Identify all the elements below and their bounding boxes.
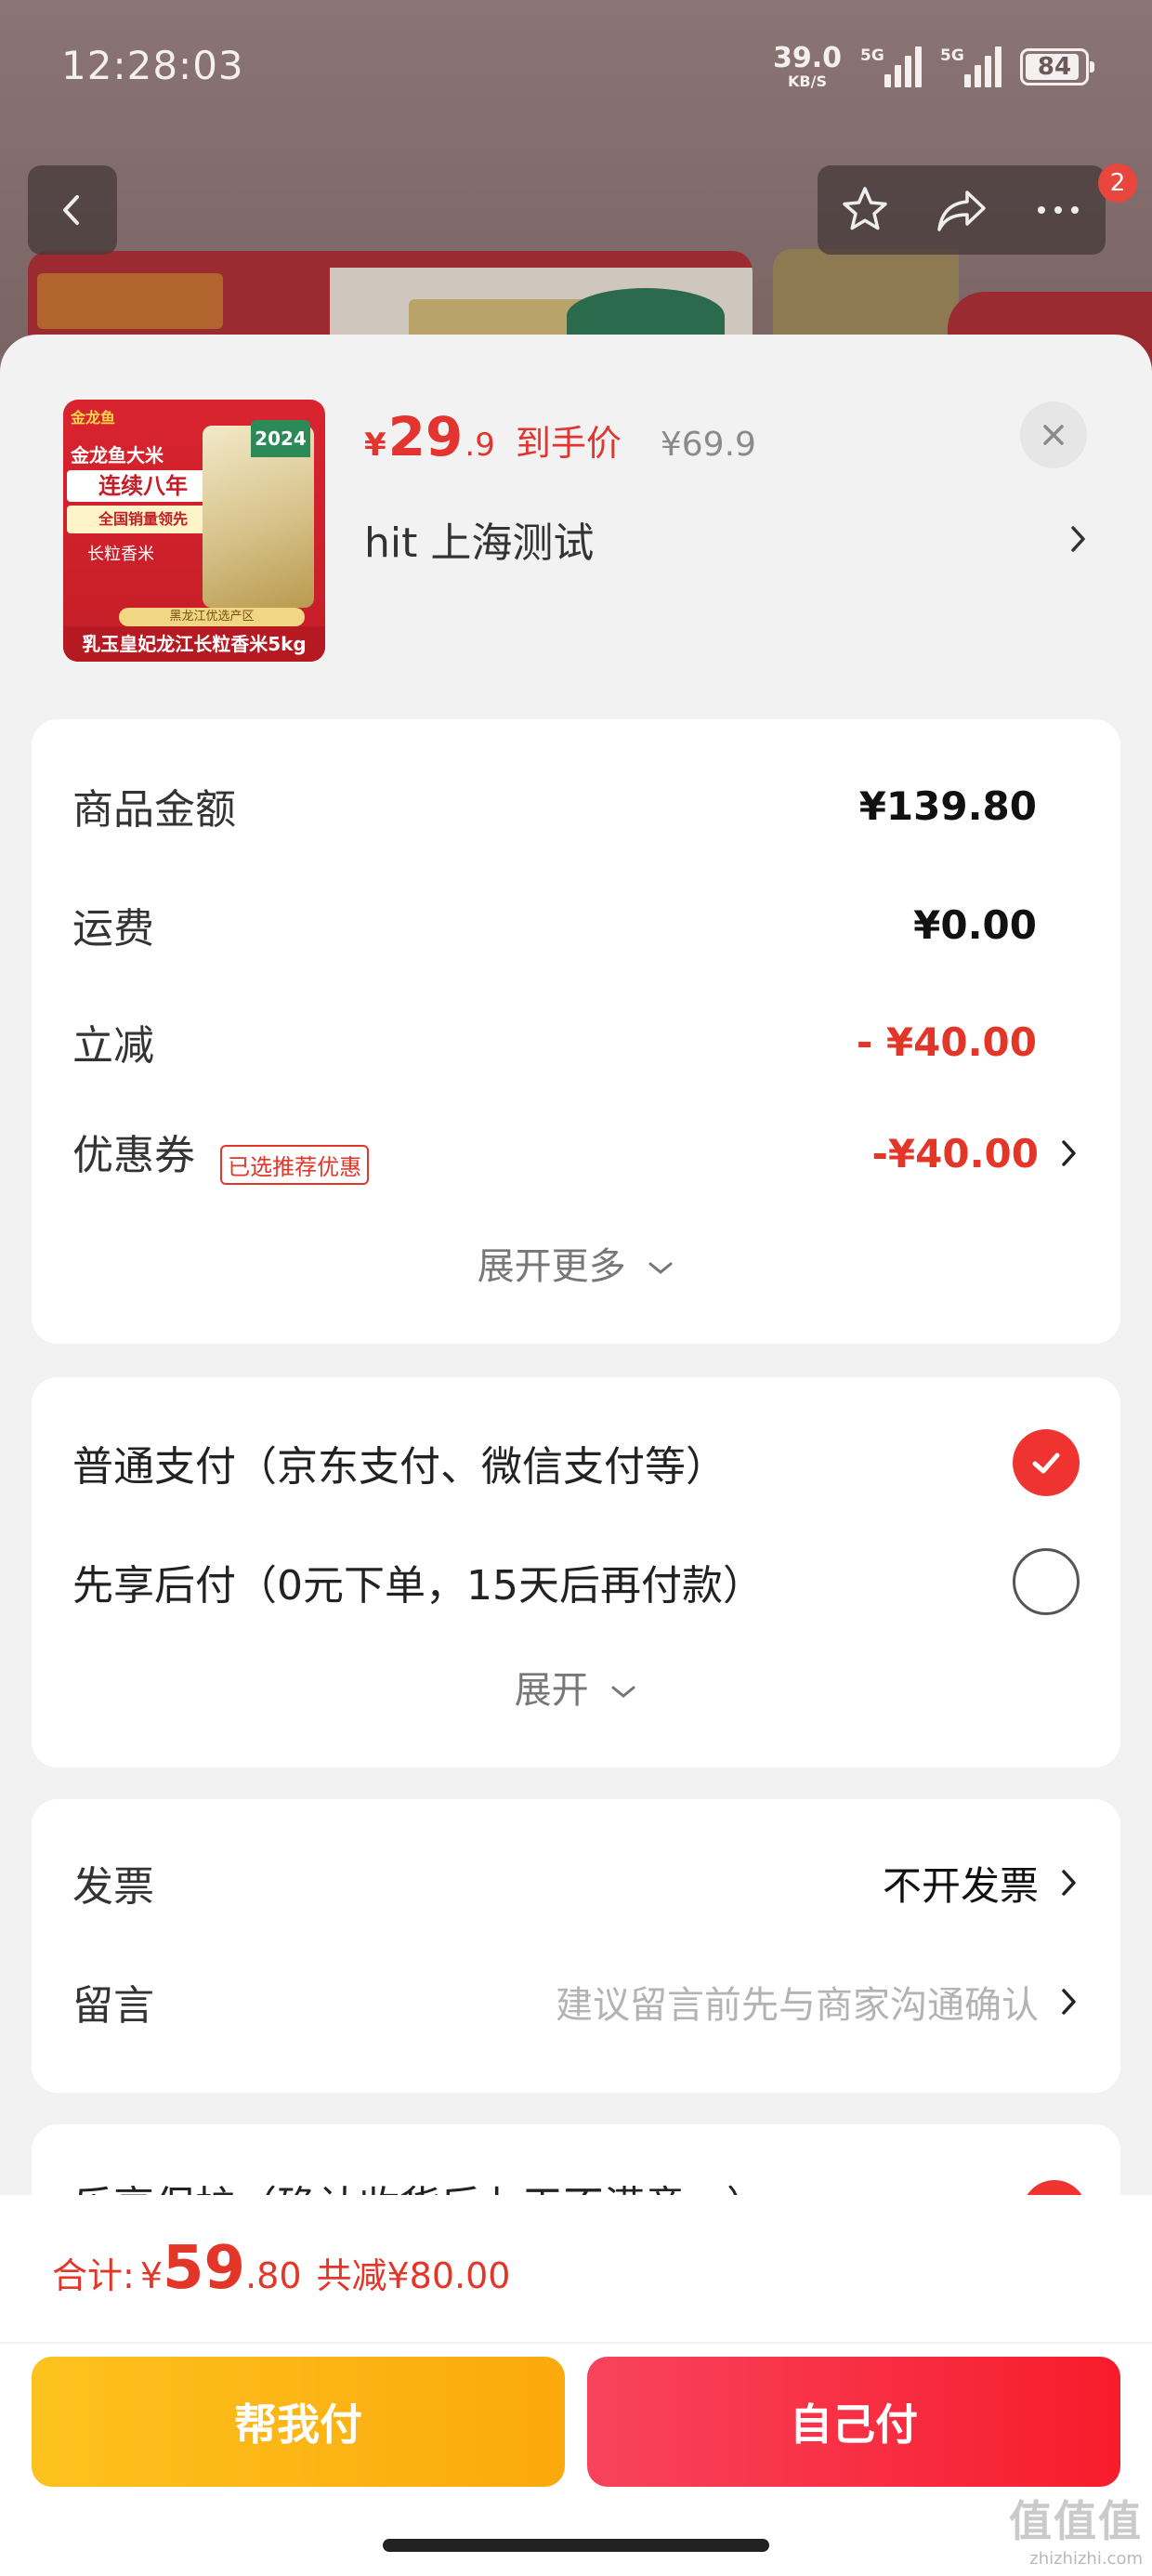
thumb-caption: 乳玉皇妃龙江长粒香米5kg [63,626,325,662]
home-indicator[interactable] [383,2539,769,2552]
product-thumbnail: 金龙鱼 金龙鱼大米 连续八年 全国销量领先 长粒香米 2024 黑龙江优选产区 … [63,400,325,662]
payment-method-card: 普通支付（京东支付、微信支付等） 先享后付（0元下单，15天后再付款） 展开 [32,1377,1120,1768]
back-button[interactable] [28,165,117,255]
chevron-right-icon [1062,1140,1076,1166]
brand-logo [37,273,223,329]
signal-1-tag: 5G [860,46,884,65]
signal-2-tag: 5G [940,46,964,65]
thumb-text-2: 连续八年 [67,470,219,502]
help-me-pay-button[interactable]: 帮我付 [32,2357,565,2487]
goods-amount-row: 商品金额 ¥139.80 [72,773,1080,838]
chevron-right-icon [1062,1870,1076,1896]
status-time: 12:28:03 [61,43,244,88]
signal-1-icon: 5G [860,46,922,87]
thumb-text-4: 长粒香米 [87,545,154,564]
site-watermark: 值值值 zhizhizhi.com [1009,2488,1143,2569]
total-label: 合计: [52,2255,135,2296]
thumb-origin-label: 黑龙江优选产区 [119,608,305,626]
price-currency: ¥ [364,427,386,464]
payment-option-paylater-label: 先享后付（0元下单，15天后再付款） [72,1562,764,1610]
coupon-value: -¥40.00 [871,1130,1039,1176]
invoice-label: 发票 [72,1863,154,1911]
original-price: ¥69.9 [660,426,756,464]
network-speed-value: 39.0 [772,42,842,74]
more-dots-icon[interactable] [1031,183,1085,237]
goods-amount-label: 商品金额 [72,786,236,834]
payment-option-paylater-radio[interactable] [1013,1548,1080,1615]
payment-option-paylater[interactable]: 先享后付（0元下单，15天后再付款） [72,1544,1080,1619]
total-row: 合计: ¥ 59 .80 共减¥80.00 [52,2234,510,2303]
invoice-row[interactable]: 发票 不开发票 [72,1847,1080,1918]
status-bar: 12:28:03 39.0 KB/S 5G 5G 84 [0,0,1152,139]
watermark-url: zhizhizhi.com [1029,2549,1143,2569]
thumb-text-3: 全国销量领先 [67,506,219,533]
pay-myself-button[interactable]: 自己付 [587,2357,1120,2487]
chevron-down-icon [648,1262,673,1274]
shipping-fee-value: ¥0.00 [913,901,1037,948]
status-indicators: 39.0 KB/S 5G 5G 84 [773,45,1094,89]
message-placeholder[interactable]: 建议留言前先与商家沟通确认 [556,1975,1039,2029]
shipping-fee-label: 运费 [72,905,154,953]
thumb-year-badge: 2024 [251,420,310,457]
total-savings: 共减¥80.00 [316,2255,511,2296]
invoice-value: 不开发票 [882,1862,1039,1909]
invoice-message-card: 发票 不开发票 留言 建议留言前先与商家沟通确认 [32,1799,1120,2093]
coupon-value-group: -¥40.00 [871,1131,1080,1176]
payment-option-standard[interactable]: 普通支付（京东支付、微信支付等） [72,1426,1080,1500]
watermark-logo: 值值值 [1009,2496,1143,2546]
thumb-text-1: 金龙鱼大米 [71,444,164,467]
coupon-recommended-chip: 已选推荐优惠 [220,1145,370,1185]
network-speed-unit: KB/S [788,72,827,90]
instant-discount-row: 立减 - ¥40.00 [72,1009,1080,1074]
coupon-label-group: 优惠券 已选推荐优惠 [72,1122,370,1185]
expand-payment-label: 展开 [514,1669,589,1712]
instant-discount-value: - ¥40.00 [856,1019,1037,1065]
message-row[interactable]: 留言 建议留言前先与商家沟通确认 [72,1966,1080,2037]
price-row: ¥ 29 .9 到手价 ¥69.9 [364,405,756,468]
final-price-tag: 到手价 [515,423,622,464]
footer-divider [0,2342,1152,2344]
chevron-right-icon [1071,526,1085,552]
shipping-address-row[interactable]: hit 上海测试 [364,511,1089,567]
checkmark-icon [1032,1452,1060,1474]
battery-icon: 84 [1020,48,1094,85]
chevron-right-icon [1062,1989,1076,2015]
coupon-row[interactable]: 优惠券 已选推荐优惠 -¥40.00 [72,1121,1080,1186]
thumb-brand-logo: 金龙鱼 [71,409,116,427]
invoice-value-group: 不开发票 [883,1855,1080,1912]
chevron-left-icon [63,195,79,225]
total-decimal: .80 [245,2255,302,2296]
shipping-fee-row: 运费 ¥0.00 [72,892,1080,957]
coupon-label: 优惠券 [72,1132,195,1179]
payment-option-standard-radio[interactable] [1013,1429,1080,1496]
close-icon [1043,425,1064,445]
payment-option-standard-label: 普通支付（京东支付、微信支付等） [72,1443,727,1491]
expand-more-label: 展开更多 [477,1245,626,1288]
battery-level: 84 [1037,53,1072,81]
total-currency: ¥ [139,2255,163,2296]
star-icon[interactable] [838,183,892,237]
expand-more-button[interactable]: 展开更多 [32,1236,1120,1290]
network-speed: 39.0 KB/S [773,45,842,89]
message-label: 留言 [72,1982,154,2030]
instant-discount-label: 立减 [72,1022,154,1070]
signal-2-icon: 5G [940,46,1001,87]
goods-amount-value: ¥139.80 [858,782,1037,829]
share-icon[interactable] [934,183,989,237]
nav-action-group [818,165,1106,255]
close-button[interactable] [1020,401,1087,468]
expand-payment-button[interactable]: 展开 [32,1660,1120,1714]
price-integer: 29 [387,405,464,468]
shipping-address: hit 上海测试 [364,519,595,567]
amount-summary-card: 商品金额 ¥139.80 运费 ¥0.00 立减 - ¥40.00 优惠券 已选… [32,719,1120,1344]
checkout-footer: 合计: ¥ 59 .80 共减¥80.00 帮我付 自己付 值值值 zhizhi… [0,2195,1152,2576]
message-count-badge: 2 [1098,164,1137,203]
price-decimal: .9 [465,427,495,464]
message-value-group: 建议留言前先与商家沟通确认 [556,1975,1080,2029]
chevron-down-icon [611,1686,635,1698]
total-integer: 59 [163,2234,246,2303]
product-header: 金龙鱼 金龙鱼大米 连续八年 全国销量领先 长粒香米 2024 黑龙江优选产区 … [0,335,1152,704]
